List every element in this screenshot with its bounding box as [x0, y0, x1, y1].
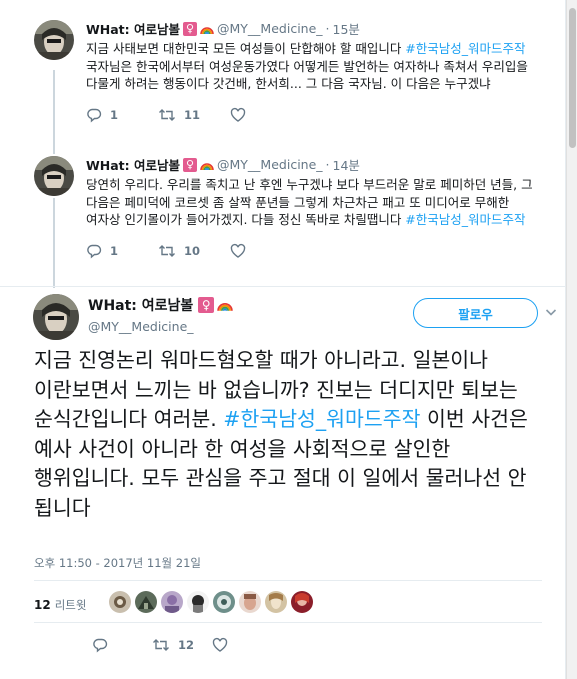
retweeter-avatar[interactable] — [265, 591, 287, 613]
heart-icon — [230, 107, 246, 122]
like-button[interactable] — [212, 637, 272, 653]
heart-icon — [212, 637, 228, 652]
retweet-stats[interactable]: 12 리트윗 — [34, 597, 86, 613]
tweet-time[interactable]: 15분 — [333, 19, 360, 38]
rainbow-flag-icon — [217, 297, 234, 313]
tweet-text-part: 국자님은 한국에서부터 여성운동가였다 어떻게든 발언하는 여자하나 족쳐서 우… — [86, 58, 528, 92]
like-button[interactable] — [230, 107, 302, 123]
chevron-down-icon[interactable] — [544, 304, 558, 318]
main-author-handle[interactable]: @MY__Medicine_ — [88, 319, 233, 334]
retweeter-avatar[interactable] — [291, 591, 313, 613]
retweeter-avatar[interactable] — [109, 591, 131, 613]
reply-button[interactable]: 1 — [86, 107, 158, 123]
retweet-count: 10 — [184, 243, 201, 258]
tweet-time[interactable]: 14분 — [333, 155, 360, 174]
retweet-button[interactable]: 11 — [158, 107, 230, 123]
thread-line — [53, 70, 55, 154]
retweet-total: 12 — [34, 598, 51, 612]
separator-dot: · — [325, 21, 330, 36]
avatar[interactable] — [34, 20, 74, 60]
female-sign-icon: ♀ — [183, 157, 198, 172]
main-tweet-header: WHat: 여로남볼 ♀ @MY__Medicine_ — [88, 295, 234, 334]
thread-line — [53, 198, 55, 288]
reply-button[interactable] — [92, 637, 152, 653]
retweet-count: 12 — [178, 638, 195, 652]
hashtag-link[interactable]: #한국남성_워마드주작 — [223, 407, 420, 431]
follow-button[interactable]: 팔로우 — [413, 298, 538, 328]
author-handle[interactable]: @MY__Medicine_ — [217, 21, 323, 36]
scrollbar[interactable] — [566, 0, 577, 679]
female-sign-icon: ♀ — [183, 21, 198, 36]
tweet-text: 당연히 우리다. 우리를 족치고 난 후엔 누구겠냐 보다 부드러운 말로 페미… — [86, 176, 546, 229]
avatar[interactable] — [34, 156, 74, 196]
reply-icon — [87, 108, 102, 122]
author-name[interactable]: WHat: 여로남볼 — [86, 19, 180, 38]
separator — [0, 286, 566, 287]
tweet-text-part: 지금 사태보면 대한민국 모든 여성들이 단합해야 할 때입니다 — [86, 41, 406, 56]
retweeter-avatar[interactable] — [187, 591, 209, 613]
retweet-button[interactable]: 10 — [158, 243, 230, 259]
retweeter-avatar[interactable] — [213, 591, 235, 613]
main-tweet-text: 지금 진영논리 워마드혐오할 때가 아니라고. 일본이나 이란보면서 느끼는 바… — [34, 346, 539, 523]
separator-dot: · — [325, 157, 330, 172]
reply-count: 1 — [110, 107, 119, 122]
divider — [34, 580, 542, 581]
retweeter-avatar[interactable] — [161, 591, 183, 613]
hashtag-link[interactable]: #한국남성_워마드주작 — [405, 212, 525, 227]
retweeter-avatar[interactable] — [135, 591, 157, 613]
rainbow-flag-icon — [200, 157, 215, 172]
tweet-text: 지금 사태보면 대한민국 모든 여성들이 단합해야 할 때입니다 #한국남성_워… — [86, 40, 546, 93]
retweet-icon — [159, 244, 175, 257]
main-tweet-actions: 12 — [92, 637, 272, 653]
main-avatar[interactable] — [33, 294, 79, 340]
author-name[interactable]: WHat: 여로남볼 — [86, 155, 180, 174]
retweet-icon — [159, 108, 175, 121]
female-sign-icon: ♀ — [198, 297, 215, 313]
reply-icon — [87, 244, 102, 258]
like-button[interactable] — [230, 243, 302, 259]
reply-button[interactable]: 1 — [86, 243, 158, 259]
reply-icon — [93, 638, 108, 653]
retweeter-avatars — [109, 591, 317, 613]
retweet-icon — [153, 639, 169, 651]
author-handle[interactable]: @MY__Medicine_ — [217, 157, 323, 172]
scrollbar-thumb[interactable] — [569, 8, 576, 148]
retweet-count: 11 — [184, 107, 201, 122]
reply-count: 1 — [110, 243, 119, 258]
tweet-timestamp[interactable]: 오후 11:50 - 2017년 11월 21일 — [34, 555, 201, 571]
divider — [34, 622, 542, 623]
retweet-label: 리트윗 — [54, 598, 87, 612]
retweeter-avatar[interactable] — [239, 591, 261, 613]
hashtag-link[interactable]: #한국남성_워마드주작 — [405, 41, 525, 56]
main-author-name[interactable]: WHat: 여로남볼 — [88, 295, 193, 315]
rainbow-flag-icon — [200, 21, 215, 36]
heart-icon — [230, 243, 246, 258]
retweet-button[interactable]: 12 — [152, 637, 212, 653]
tweet-card: WHat: 여로남볼 ♀ @MY__Medicine_ · 15분 지금 사태보… — [0, 0, 566, 679]
